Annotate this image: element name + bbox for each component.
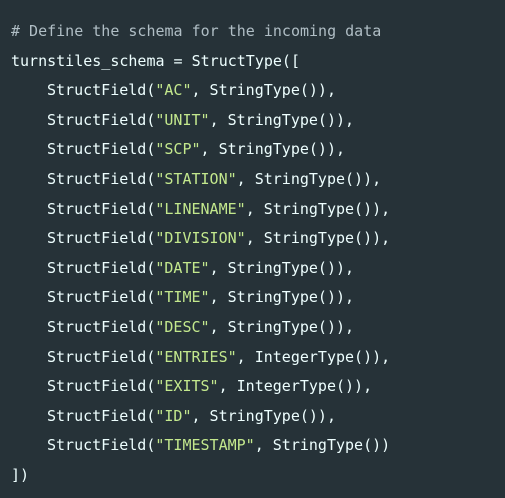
struct-field-line: StructField("DESC", StringType()),	[11, 313, 505, 343]
struct-field-line: StructField("UNIT", StringType()),	[11, 106, 505, 136]
field-type-call: , IntegerType()),	[236, 347, 391, 366]
field-name-string: "TIME"	[155, 288, 210, 307]
struct-field-call: StructField(	[47, 288, 156, 307]
struct-field-call: StructField(	[47, 140, 156, 159]
struct-field-call: StructField(	[47, 110, 156, 129]
struct-field-line: StructField("STATION", StringType()),	[11, 165, 505, 195]
struct-field-line: StructField("ENTRIES", IntegerType()),	[11, 343, 505, 373]
field-type-call: , StringType()),	[191, 406, 337, 425]
field-type-call: , StringType()),	[209, 110, 355, 129]
struct-field-line: StructField("SCP", StringType()),	[11, 135, 505, 165]
field-type-call: , StringType()),	[200, 140, 346, 159]
field-name-string: "DATE"	[155, 258, 210, 277]
field-name-string: "ENTRIES"	[155, 347, 237, 366]
struct-field-line: StructField("DIVISION", StringType()),	[11, 224, 505, 254]
field-type-call: , StringType())	[254, 436, 391, 455]
struct-field-line: StructField("EXITS", IntegerType()),	[11, 372, 505, 402]
code-block: # Define the schema for the incoming dat…	[0, 0, 505, 498]
field-name-string: "ID"	[155, 406, 192, 425]
field-name-string: "SCP"	[155, 140, 201, 159]
struct-field-call: StructField(	[47, 406, 156, 425]
field-type-call: , StringType()),	[209, 317, 355, 336]
schema-declaration-line: turnstiles_schema = StructType([	[11, 51, 300, 70]
field-type-call: , StringType()),	[209, 258, 355, 277]
struct-field-line: StructField("AC", StringType()),	[11, 76, 505, 106]
struct-field-line: StructField("TIME", StringType()),	[11, 283, 505, 313]
struct-field-line: StructField("TIMESTAMP", StringType())	[11, 431, 505, 461]
struct-field-call: StructField(	[47, 258, 156, 277]
struct-field-line: StructField("LINENAME", StringType()),	[11, 195, 505, 225]
struct-field-line: StructField("DATE", StringType()),	[11, 254, 505, 284]
field-name-string: "LINENAME"	[155, 199, 246, 218]
field-name-string: "STATION"	[155, 169, 237, 188]
struct-field-line: StructField("ID", StringType()),	[11, 402, 505, 432]
code-comment-line: # Define the schema for the incoming dat…	[11, 22, 382, 40]
field-name-string: "AC"	[155, 81, 192, 100]
struct-field-call: StructField(	[47, 169, 156, 188]
schema-close-line: ])	[11, 465, 30, 484]
field-name-string: "UNIT"	[155, 110, 210, 129]
struct-field-call: StructField(	[47, 317, 156, 336]
struct-field-call: StructField(	[47, 377, 156, 396]
struct-field-call: StructField(	[47, 199, 156, 218]
field-name-string: "DIVISION"	[155, 229, 246, 248]
field-type-call: , StringType()),	[191, 81, 337, 100]
struct-field-call: StructField(	[47, 81, 156, 100]
field-name-string: "TIMESTAMP"	[155, 436, 255, 455]
field-type-call: , IntegerType()),	[218, 377, 373, 396]
field-type-call: , StringType()),	[245, 229, 391, 248]
struct-field-call: StructField(	[47, 347, 156, 366]
field-type-call: , StringType()),	[245, 199, 391, 218]
field-name-string: "EXITS"	[155, 377, 219, 396]
field-type-call: , StringType()),	[209, 288, 355, 307]
field-name-string: "DESC"	[155, 317, 210, 336]
field-type-call: , StringType()),	[236, 169, 382, 188]
struct-field-call: StructField(	[47, 436, 156, 455]
struct-field-call: StructField(	[47, 229, 156, 248]
